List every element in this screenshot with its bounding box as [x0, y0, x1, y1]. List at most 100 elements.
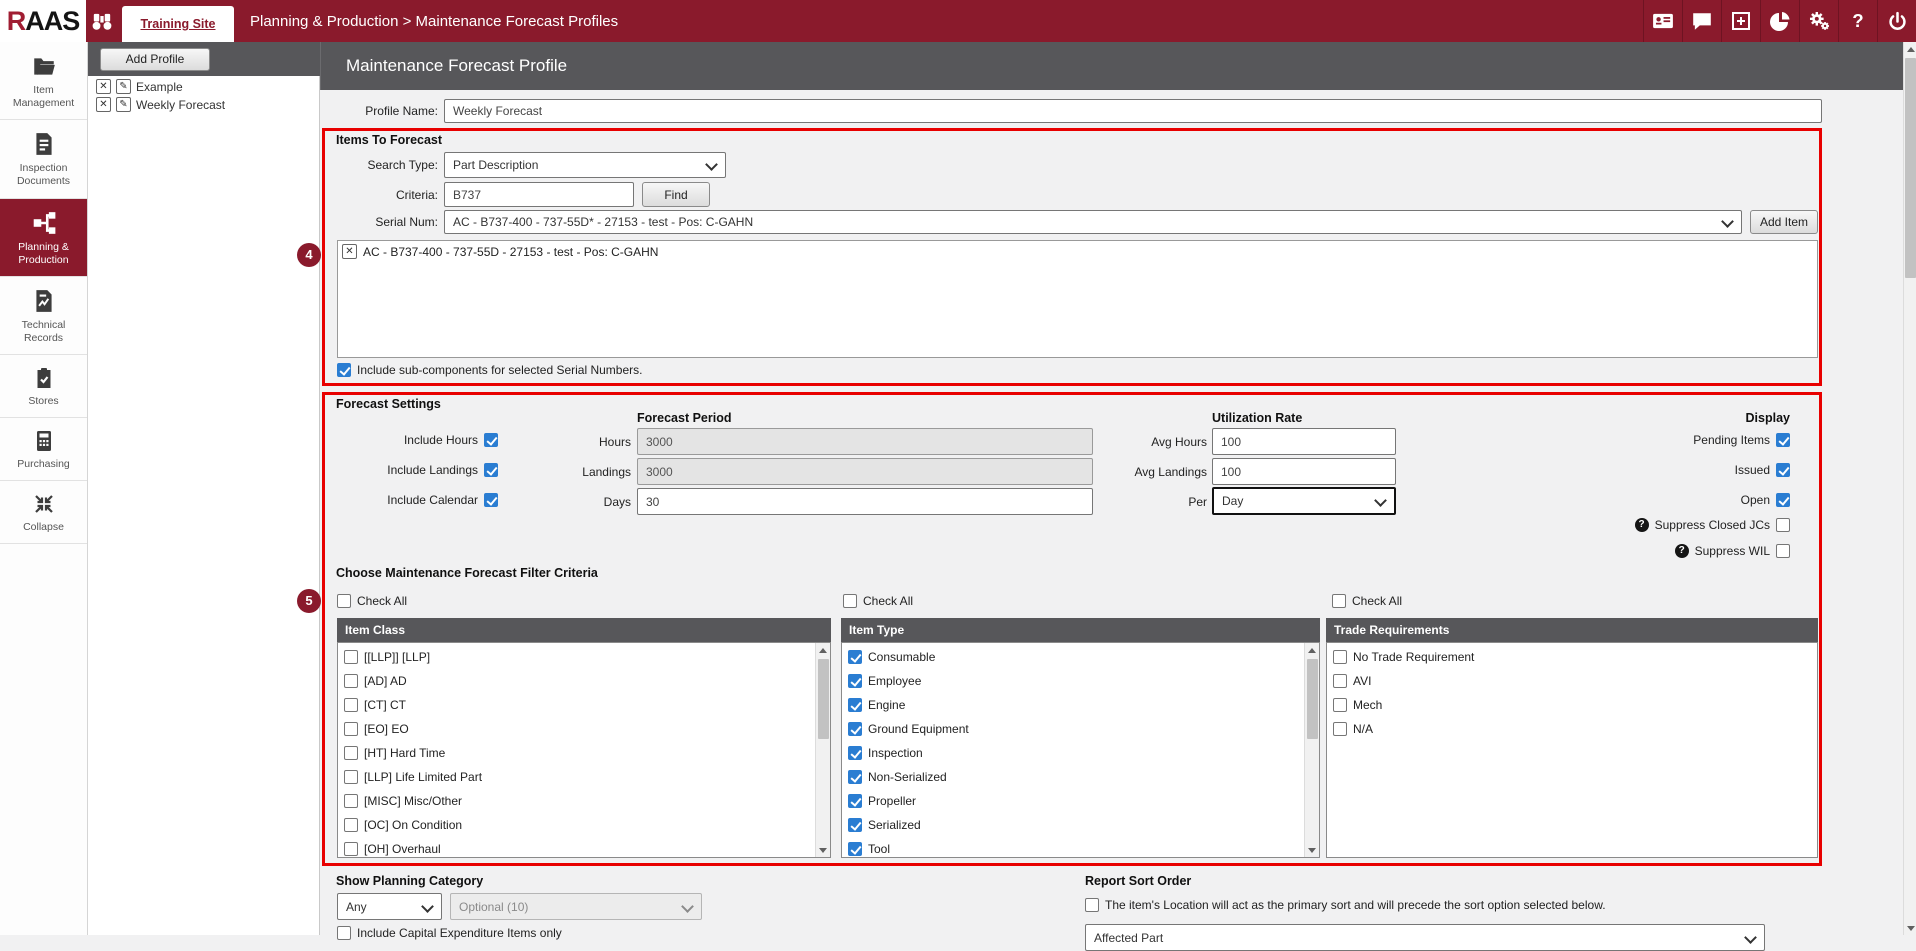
tab-training-site[interactable]: Training Site	[122, 6, 234, 42]
check-all-item-class-row[interactable]: Check All	[337, 594, 407, 608]
location-primary-sort-row[interactable]: The item's Location will act as the prim…	[1085, 898, 1606, 912]
check-all-item-type-checkbox[interactable]	[843, 594, 857, 608]
item-type-scrollbar[interactable]	[1304, 643, 1319, 857]
filter-option[interactable]: [MISC] Misc/Other	[338, 789, 830, 813]
checkbox[interactable]	[848, 746, 862, 760]
filter-option[interactable]: Engine	[842, 693, 1319, 717]
chat-icon[interactable]	[1682, 0, 1721, 42]
item-class-scrollbar[interactable]	[815, 643, 830, 857]
id-card-icon[interactable]	[1643, 0, 1682, 42]
help-circle-icon[interactable]: ?	[1635, 518, 1649, 532]
checkbox[interactable]	[344, 722, 358, 736]
filter-option[interactable]: [HT] Hard Time	[338, 741, 830, 765]
checkbox[interactable]	[344, 818, 358, 832]
page-scrollbar[interactable]	[1903, 42, 1916, 935]
capex-row[interactable]: Include Capital Expenditure Items only	[337, 926, 562, 940]
suppress-closed-jcs-row[interactable]: ? Suppress Closed JCs	[1440, 518, 1790, 532]
profile-list-item[interactable]: Weekly Forecast	[88, 96, 318, 113]
open-checkbox[interactable]	[1776, 493, 1790, 507]
filter-option[interactable]: [EO] EO	[338, 717, 830, 741]
criteria-input[interactable]: B737	[444, 182, 634, 207]
check-all-item-class-checkbox[interactable]	[337, 594, 351, 608]
sidebar-item-planning-production[interactable]: Planning & Production	[0, 199, 87, 277]
pending-items-row[interactable]: Pending Items	[1440, 433, 1790, 447]
checkbox[interactable]	[848, 698, 862, 712]
checkbox[interactable]	[1333, 722, 1347, 736]
x-checkbox-icon[interactable]	[342, 244, 357, 259]
serial-num-select[interactable]: AC - B737-400 - 737-55D* - 27153 - test …	[444, 210, 1742, 234]
power-icon[interactable]	[1877, 0, 1916, 42]
filter-option[interactable]: AVI	[1327, 669, 1817, 693]
checkbox[interactable]	[1333, 698, 1347, 712]
planning-any-select[interactable]: Any	[337, 893, 442, 920]
include-hours-row[interactable]: Include Hours	[320, 433, 498, 447]
include-subcomponents-row[interactable]: Include sub-components for selected Seri…	[337, 363, 642, 377]
delete-profile-icon[interactable]	[96, 79, 111, 94]
checkbox[interactable]	[344, 698, 358, 712]
sidebar-item-collapse[interactable]: Collapse	[0, 481, 87, 544]
checkbox[interactable]	[344, 794, 358, 808]
avg-hours-input[interactable]: 100	[1212, 428, 1396, 455]
open-row[interactable]: Open	[1440, 493, 1790, 507]
sidebar-item-stores[interactable]: Stores	[0, 355, 87, 418]
raas-logo[interactable]: RAAS	[0, 0, 86, 42]
filter-option[interactable]: Inspection	[842, 741, 1319, 765]
suppress-wil-row[interactable]: ? Suppress WIL	[1440, 544, 1790, 558]
checkbox[interactable]	[848, 722, 862, 736]
add-item-button[interactable]: Add Item	[1750, 210, 1818, 234]
filter-option[interactable]: [[LLP]] [LLP]	[338, 645, 830, 669]
checkbox[interactable]	[1333, 650, 1347, 664]
filter-option[interactable]: Serialized	[842, 813, 1319, 837]
filter-option[interactable]: No Trade Requirement	[1327, 645, 1817, 669]
profile-name-input[interactable]: Weekly Forecast	[444, 99, 1822, 123]
include-hours-checkbox[interactable]	[484, 433, 498, 447]
checkbox[interactable]	[848, 650, 862, 664]
checkbox[interactable]	[344, 650, 358, 664]
filter-option[interactable]: N/A	[1327, 717, 1817, 741]
checkbox[interactable]	[344, 770, 358, 784]
checkbox[interactable]	[848, 674, 862, 688]
help-circle-icon[interactable]: ?	[1675, 544, 1689, 558]
checkbox[interactable]	[848, 794, 862, 808]
checkbox[interactable]	[344, 674, 358, 688]
selected-serials-listbox[interactable]: AC - B737-400 - 737-55D - 27153 - test -…	[337, 240, 1818, 358]
profile-list-item[interactable]: Example	[88, 78, 318, 95]
sidebar-item-item-management[interactable]: Item Management	[0, 42, 87, 120]
filter-option[interactable]: Employee	[842, 669, 1319, 693]
suppress-closed-jcs-checkbox[interactable]	[1776, 518, 1790, 532]
suppress-wil-checkbox[interactable]	[1776, 544, 1790, 558]
filter-option[interactable]: Propeller	[842, 789, 1319, 813]
pie-chart-icon[interactable]	[1760, 0, 1799, 42]
checkbox[interactable]	[848, 770, 862, 784]
checkbox[interactable]	[848, 842, 862, 856]
issued-row[interactable]: Issued	[1440, 463, 1790, 477]
edit-profile-icon[interactable]	[116, 79, 131, 94]
filter-option[interactable]: Non-Serialized	[842, 765, 1319, 789]
add-profile-button[interactable]: Add Profile	[100, 48, 210, 71]
checkbox[interactable]	[344, 842, 358, 856]
issued-checkbox[interactable]	[1776, 463, 1790, 477]
days-input[interactable]: 30	[637, 488, 1093, 515]
include-calendar-row[interactable]: Include Calendar	[320, 493, 498, 507]
pending-items-checkbox[interactable]	[1776, 433, 1790, 447]
sidebar-item-purchasing[interactable]: Purchasing	[0, 418, 87, 481]
sidebar-item-technical-records[interactable]: Technical Records	[0, 277, 87, 355]
filter-option[interactable]: [LLP] Life Limited Part	[338, 765, 830, 789]
settings-gears-icon[interactable]	[1799, 0, 1838, 42]
filter-option[interactable]: Mech	[1327, 693, 1817, 717]
check-all-trade-checkbox[interactable]	[1332, 594, 1346, 608]
sidebar-item-inspection-documents[interactable]: Inspection Documents	[0, 120, 87, 198]
check-all-trade-row[interactable]: Check All	[1332, 594, 1402, 608]
report-sort-select[interactable]: Affected Part	[1085, 924, 1765, 951]
filter-option[interactable]: Tool	[842, 837, 1319, 861]
checkbox[interactable]	[1333, 674, 1347, 688]
add-window-icon[interactable]	[1721, 0, 1760, 42]
filter-option[interactable]: Ground Equipment	[842, 717, 1319, 741]
avg-landings-input[interactable]: 100	[1212, 458, 1396, 485]
filter-option[interactable]: [OH] Overhaul	[338, 837, 830, 861]
per-select[interactable]: Day	[1212, 487, 1396, 515]
find-button[interactable]: Find	[642, 182, 710, 207]
selected-serial-row[interactable]: AC - B737-400 - 737-55D - 27153 - test -…	[338, 241, 1817, 259]
search-type-select[interactable]: Part Description	[444, 152, 726, 178]
check-all-item-type-row[interactable]: Check All	[843, 594, 913, 608]
